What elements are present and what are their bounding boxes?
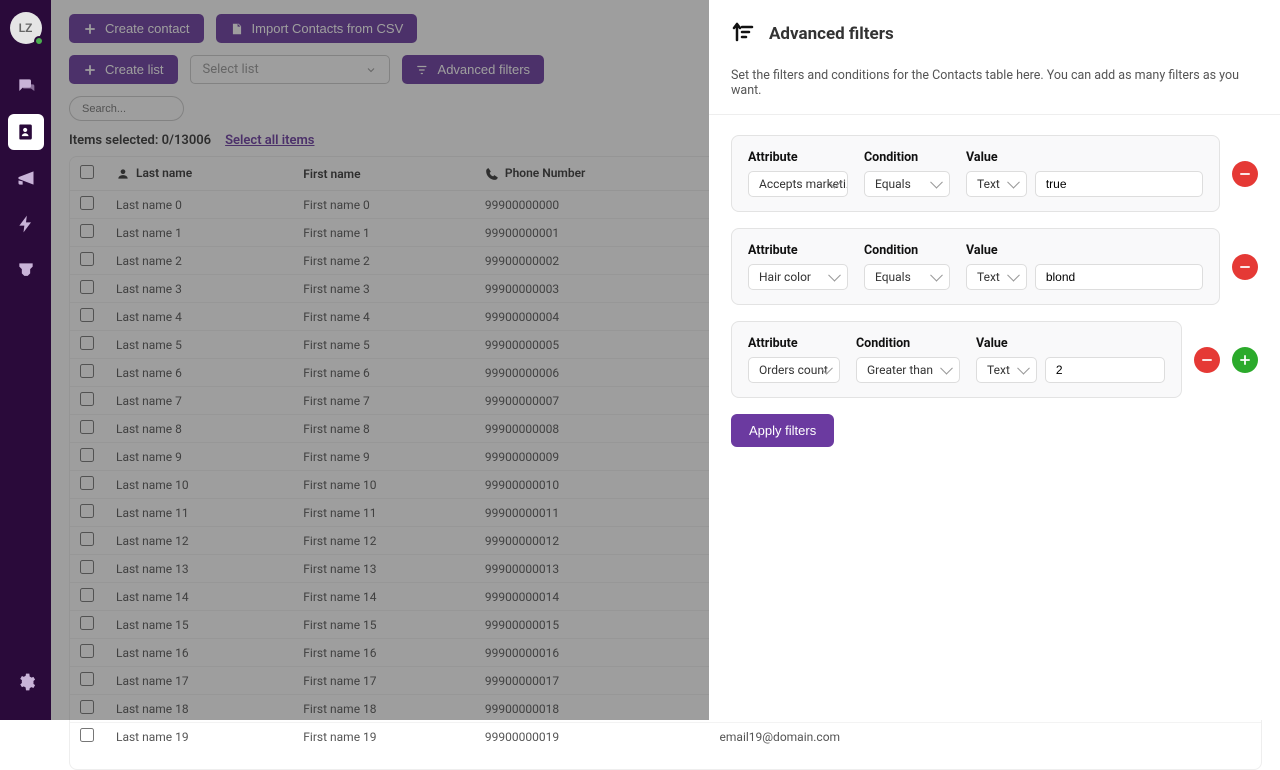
row-checkbox[interactable] (80, 728, 94, 742)
nav-conversations[interactable] (8, 68, 44, 104)
nav-settings[interactable] (8, 664, 44, 700)
type-select[interactable]: Text (976, 357, 1037, 383)
advanced-filters-panel: Advanced filters Set the filters and con… (709, 0, 1280, 720)
status-dot (34, 36, 44, 46)
cond-select[interactable]: Greater than (856, 357, 960, 383)
filter-card: Attribute Hair color Condition Equals Valu… (731, 228, 1220, 305)
filter-card: Attribute Orders count Condition Greater t… (731, 321, 1182, 398)
type-select[interactable]: Text (966, 264, 1027, 290)
value-input-wrap (1045, 357, 1165, 383)
cond-select[interactable]: Equals (864, 264, 950, 290)
cond-label: Condition (864, 243, 950, 258)
val-label: Value (966, 150, 1203, 165)
cell-phone: 99900000019 (475, 723, 710, 770)
type-select[interactable]: Text (966, 171, 1027, 197)
nav-contacts[interactable] (8, 114, 44, 150)
cond-label: Condition (856, 336, 960, 351)
filter-card: Attribute Accepts marketi... Condition Equ… (731, 135, 1220, 212)
attr-label: Attribute (748, 243, 848, 258)
cond-label: Condition (864, 150, 950, 165)
apply-filters-button[interactable]: Apply filters (731, 414, 834, 447)
panel-title: Advanced filters (769, 24, 894, 44)
nav-campaigns[interactable] (8, 160, 44, 196)
table-row[interactable]: Last name 19 First name 19 99900000019 e… (70, 723, 1261, 770)
remove-filter-button[interactable] (1194, 347, 1220, 373)
nav-inbox[interactable] (8, 252, 44, 288)
value-input[interactable] (1056, 363, 1154, 377)
attr-select[interactable]: Accepts marketi... (748, 171, 848, 197)
attr-label: Attribute (748, 336, 840, 351)
add-filter-button[interactable] (1232, 347, 1258, 373)
attr-select[interactable]: Hair color (748, 264, 848, 290)
cond-select[interactable]: Equals (864, 171, 950, 197)
attr-select[interactable]: Orders count (748, 357, 840, 383)
sidebar: LZ (0, 0, 51, 720)
value-input[interactable] (1046, 270, 1192, 284)
value-input[interactable] (1046, 177, 1192, 191)
filter-icon (731, 20, 755, 48)
remove-filter-button[interactable] (1232, 254, 1258, 280)
panel-subtitle: Set the filters and conditions for the C… (709, 68, 1280, 115)
value-input-wrap (1035, 171, 1203, 197)
cell-lastname: Last name 19 (106, 723, 293, 770)
cell-firstname: First name 19 (293, 723, 475, 770)
remove-filter-button[interactable] (1232, 161, 1258, 187)
nav-automation[interactable] (8, 206, 44, 242)
val-label: Value (966, 243, 1203, 258)
avatar[interactable]: LZ (10, 12, 42, 44)
cell-optins (983, 723, 1261, 770)
avatar-initials: LZ (19, 21, 33, 35)
attr-label: Attribute (748, 150, 848, 165)
cell-email: email19@domain.com (710, 723, 984, 770)
val-label: Value (976, 336, 1165, 351)
value-input-wrap (1035, 264, 1203, 290)
